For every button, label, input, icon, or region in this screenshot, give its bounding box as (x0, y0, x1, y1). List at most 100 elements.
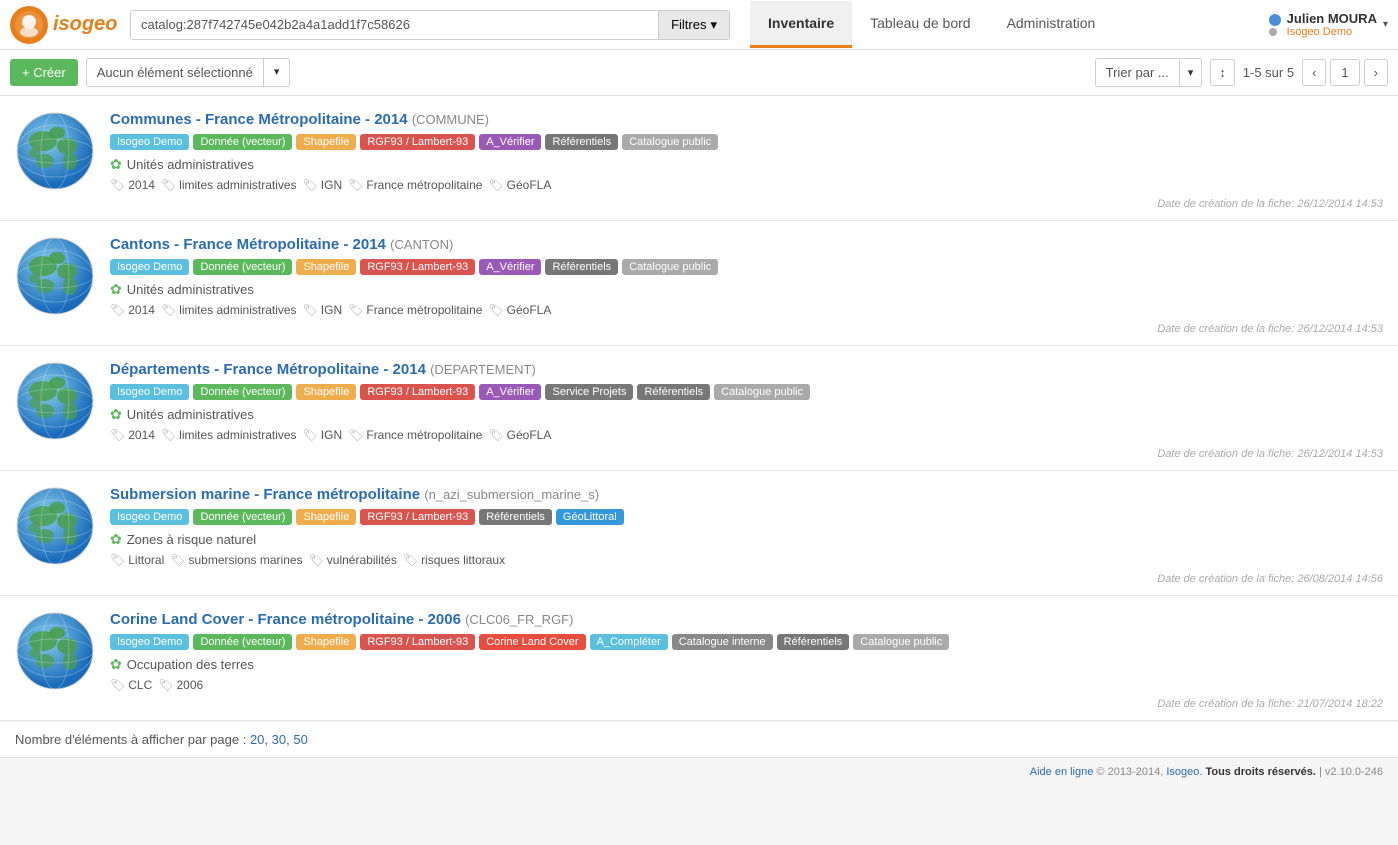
sort-order-button[interactable]: ↕ (1210, 59, 1235, 86)
tag-item: Donnée (vecteur) (193, 259, 292, 275)
tag-item: Isogeo Demo (110, 134, 189, 150)
record-globe-icon (15, 111, 95, 191)
keyword-row: 🏷 2014 🏷 limites administratives 🏷 IGN 🏷… (110, 303, 1383, 317)
user-info[interactable]: Julien MOURA Isogeo Demo ▾ (1269, 11, 1388, 38)
tag-item: Shapefile (296, 384, 356, 400)
tag-item: A_Vérifier (479, 259, 541, 275)
tag-item: Isogeo Demo (110, 509, 189, 525)
record-card: Corine Land Cover - France métropolitain… (0, 596, 1398, 721)
sort-label: Trier par ... (1096, 59, 1179, 86)
page-prev-button[interactable]: ‹ (1302, 59, 1326, 86)
items-per-page-option-20[interactable]: 20 (250, 732, 264, 747)
search-input[interactable] (131, 11, 658, 39)
items-per-page-label: Nombre d'éléments à afficher par page : (15, 732, 246, 747)
tab-administration[interactable]: Administration (989, 1, 1114, 48)
record-subtitle: (CANTON) (390, 237, 453, 252)
tag-icon: 🏷 (161, 303, 176, 317)
record-globe-icon (15, 361, 95, 441)
tag-item: Référentiels (637, 384, 710, 400)
keyword-label: submersions marines (189, 553, 303, 567)
tags-row: Isogeo DemoDonnée (vecteur)ShapefileRGF9… (110, 259, 1383, 275)
record-subtitle: (n_azi_submersion_marine_s) (424, 487, 599, 502)
tag-item: Donnée (vecteur) (193, 509, 292, 525)
items-per-page-option-50[interactable]: 50 (290, 732, 308, 747)
user-company: Isogeo Demo (1287, 26, 1377, 38)
tag-item: RGF93 / Lambert-93 (360, 384, 475, 400)
keyword-item: 🏷 France métropolitaine (348, 428, 482, 442)
record-body: Submersion marine - France métropolitain… (110, 486, 1383, 585)
tag-item: Référentiels (479, 509, 552, 525)
record-date: Date de création de la fiche: 21/07/2014… (110, 698, 1383, 710)
tag-icon: 🏷 (348, 303, 363, 317)
keyword-item: 🏷 GéoFLA (488, 303, 551, 317)
tag-item: A_Vérifier (479, 384, 541, 400)
selection-label: Aucun élément sélectionné (87, 59, 264, 86)
record-date: Date de création de la fiche: 26/12/2014… (110, 448, 1383, 460)
version-text: | v2.10.0-246 (1319, 766, 1383, 778)
keyword-item: 🏷 France métropolitaine (348, 178, 482, 192)
filtres-button[interactable]: Filtres ▾ (658, 11, 729, 39)
filtres-label: Filtres (671, 17, 706, 32)
record-globe-icon (15, 611, 95, 691)
tag-item: RGF93 / Lambert-93 (360, 509, 475, 525)
record-title[interactable]: Départements - France Métropolitaine - 2… (110, 361, 1383, 378)
create-button[interactable]: + Créer (10, 59, 78, 86)
selection-caret-button[interactable]: ▾ (264, 59, 290, 86)
keyword-label: limites administratives (179, 428, 296, 442)
keyword-item: 🏷 risques littoraux (403, 553, 505, 567)
page-number: 1 (1330, 59, 1359, 86)
page-next-button[interactable]: › (1364, 59, 1388, 86)
theme-row: ✿ Unités administratives (110, 156, 1383, 173)
record-card: Cantons - France Métropolitaine - 2014 (… (0, 221, 1398, 346)
record-title[interactable]: Communes - France Métropolitaine - 2014 … (110, 111, 1383, 128)
leaf-icon: ✿ (110, 531, 122, 548)
user-details: Julien MOURA Isogeo Demo (1287, 11, 1377, 38)
theme-label: Unités administratives (127, 282, 254, 297)
toolbar-right: Trier par ... ▾ ↕ 1-5 sur 5 ‹ 1 › (1095, 58, 1388, 87)
keyword-item: 🏷 2014 (110, 178, 155, 192)
record-body: Départements - France Métropolitaine - 2… (110, 361, 1383, 460)
help-link[interactable]: Aide en ligne (1030, 766, 1094, 778)
keyword-item: 🏷 2006 (158, 678, 203, 692)
tag-icon: 🏷 (488, 178, 503, 192)
tag-item: Shapefile (296, 509, 356, 525)
tag-item: Isogeo Demo (110, 259, 189, 275)
leaf-icon: ✿ (110, 406, 122, 423)
record-title[interactable]: Submersion marine - France métropolitain… (110, 486, 1383, 503)
tag-icon: 🏷 (161, 428, 176, 442)
keyword-label: 2014 (128, 178, 155, 192)
toolbar: + Créer Aucun élément sélectionné ▾ Trie… (0, 50, 1398, 96)
keyword-item: 🏷 2014 (110, 303, 155, 317)
record-body: Communes - France Métropolitaine - 2014 … (110, 111, 1383, 210)
user-avatar-icon (1269, 14, 1281, 36)
company-link[interactable]: Isogeo. (1166, 766, 1202, 778)
record-title[interactable]: Corine Land Cover - France métropolitain… (110, 611, 1383, 628)
user-caret-icon: ▾ (1383, 19, 1388, 30)
rights-text: Tous droits réservés. (1205, 766, 1315, 778)
keyword-label: 2014 (128, 428, 155, 442)
keyword-item: 🏷 IGN (303, 428, 343, 442)
avatar-dot-large (1269, 14, 1281, 26)
record-globe-icon (15, 236, 95, 316)
tab-inventaire[interactable]: Inventaire (750, 1, 852, 48)
keyword-label: France métropolitaine (366, 428, 482, 442)
items-per-page-option-30[interactable]: 30 (268, 732, 286, 747)
sort-caret-button[interactable]: ▾ (1179, 60, 1202, 85)
tag-item: Donnée (vecteur) (193, 134, 292, 150)
tab-tableau-de-bord[interactable]: Tableau de bord (852, 1, 988, 48)
theme-row: ✿ Unités administratives (110, 406, 1383, 423)
keyword-item: 🏷 IGN (303, 303, 343, 317)
theme-label: Occupation des terres (127, 657, 254, 672)
tag-icon: 🏷 (170, 553, 185, 567)
tag-icon: 🏷 (110, 178, 125, 192)
record-title[interactable]: Cantons - France Métropolitaine - 2014 (… (110, 236, 1383, 253)
avatar-dot-small (1269, 28, 1277, 36)
tag-icon: 🏷 (303, 428, 318, 442)
tag-item: Shapefile (296, 634, 356, 650)
tag-item: Donnée (vecteur) (193, 634, 292, 650)
keyword-item: 🏷 submersions marines (170, 553, 302, 567)
theme-row: ✿ Occupation des terres (110, 656, 1383, 673)
tags-row: Isogeo DemoDonnée (vecteur)ShapefileRGF9… (110, 384, 1383, 400)
keyword-item: 🏷 2014 (110, 428, 155, 442)
theme-label: Unités administratives (127, 157, 254, 172)
